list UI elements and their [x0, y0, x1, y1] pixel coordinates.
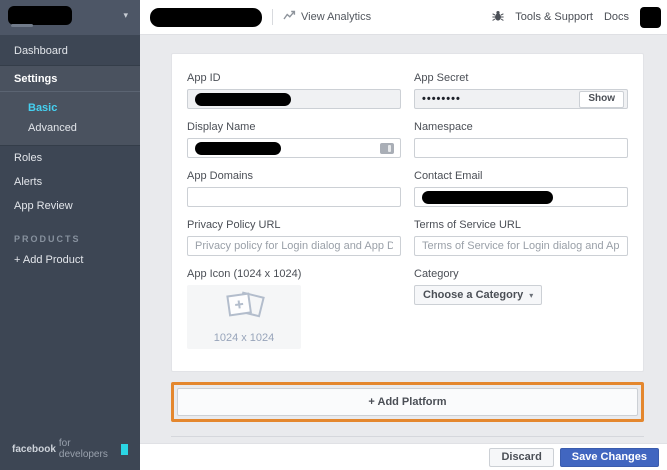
- namespace-input[interactable]: [414, 138, 628, 158]
- view-analytics-label: View Analytics: [301, 11, 371, 23]
- sidebar-item-dashboard[interactable]: Dashboard: [0, 39, 140, 63]
- sidebar: ▾ Dashboard Settings Basic Advanced Role…: [0, 0, 140, 470]
- top-bar: View Analytics Tools & Support Docs: [140, 0, 667, 35]
- sidebar-item-app-review[interactable]: App Review: [0, 194, 140, 218]
- action-bar: Discard Save Changes: [140, 443, 667, 470]
- app-id-subtext-redacted: [11, 24, 33, 27]
- category-dropdown-label: Choose a Category: [423, 289, 523, 301]
- app-id-label: App ID: [187, 72, 401, 84]
- app-icon-label: App Icon (1024 x 1024): [187, 268, 401, 280]
- chevron-down-icon: ▾: [123, 10, 128, 21]
- sidebar-footer: facebook for developers: [0, 430, 140, 470]
- main-area: View Analytics Tools & Support Docs App …: [140, 0, 667, 470]
- trending-arrow-icon: [283, 10, 296, 24]
- sidebar-item-settings-advanced[interactable]: Advanced: [0, 118, 140, 138]
- privacy-policy-label: Privacy Policy URL: [187, 219, 401, 231]
- settings-content: App ID App Secret •••••••• Show Dis: [140, 35, 667, 443]
- basic-settings-card: App ID App Secret •••••••• Show Dis: [171, 53, 644, 372]
- add-platform-highlight-annotation: + Add Platform: [171, 382, 644, 422]
- developers-logo-mark: [121, 444, 128, 455]
- discard-button[interactable]: Discard: [489, 448, 553, 467]
- terms-of-service-label: Terms of Service URL: [414, 219, 628, 231]
- field-contact-email: Contact Email: [414, 170, 628, 207]
- show-app-secret-button[interactable]: Show: [579, 91, 624, 108]
- app-selector-dropdown[interactable]: ▾: [0, 0, 140, 35]
- sidebar-nav: Dashboard Settings Basic Advanced Roles …: [0, 35, 140, 430]
- add-platform-button[interactable]: + Add Platform: [177, 388, 638, 416]
- contact-email-value-redacted: [422, 191, 553, 204]
- display-name-label: Display Name: [187, 121, 401, 133]
- docs-link[interactable]: Docs: [604, 11, 629, 23]
- field-terms-of-service: Terms of Service URL: [414, 219, 628, 256]
- sidebar-group-settings: Settings Basic Advanced: [0, 65, 140, 146]
- tools-support-link[interactable]: Tools & Support: [515, 11, 593, 23]
- contact-email-input[interactable]: [414, 187, 628, 207]
- app-id-value-redacted: [195, 93, 291, 106]
- sidebar-item-alerts[interactable]: Alerts: [0, 170, 140, 194]
- sidebar-item-settings[interactable]: Settings: [0, 66, 140, 91]
- app-icon-upload[interactable]: 1024 x 1024: [187, 285, 301, 349]
- sidebar-item-add-product[interactable]: + Add Product: [0, 246, 140, 274]
- display-name-input[interactable]: [187, 138, 401, 158]
- namespace-label: Namespace: [414, 121, 628, 133]
- divider: [171, 436, 644, 437]
- field-category: Category Choose a Category ▾: [414, 268, 628, 349]
- sidebar-item-roles[interactable]: Roles: [0, 146, 140, 170]
- field-app-secret: App Secret •••••••• Show: [414, 72, 628, 109]
- divider: [0, 91, 140, 92]
- field-app-id: App ID: [187, 72, 401, 109]
- field-display-name: Display Name: [187, 121, 401, 158]
- app-icon-size-hint: 1024 x 1024: [214, 332, 275, 344]
- app-secret-masked-value: ••••••••: [422, 93, 461, 105]
- display-name-value-redacted: [195, 142, 281, 155]
- category-dropdown[interactable]: Choose a Category ▾: [414, 285, 542, 305]
- app-secret-input: •••••••• Show: [414, 89, 628, 109]
- field-app-domains: App Domains: [187, 170, 401, 207]
- settings-form: App ID App Secret •••••••• Show Dis: [187, 72, 628, 361]
- field-privacy-policy: Privacy Policy URL: [187, 219, 401, 256]
- for-developers-text: for developers: [59, 438, 117, 460]
- photo-upload-icon: [221, 291, 267, 328]
- app-secret-label: App Secret: [414, 72, 628, 84]
- bug-icon: [492, 10, 504, 25]
- field-namespace: Namespace: [414, 121, 628, 158]
- app-domains-label: App Domains: [187, 170, 401, 182]
- category-label: Category: [414, 268, 628, 280]
- app-domains-input[interactable]: [187, 187, 401, 207]
- save-changes-button[interactable]: Save Changes: [560, 448, 659, 467]
- app-name-redacted: [8, 6, 72, 25]
- field-app-icon: App Icon (1024 x 1024) 1024 x 1024: [187, 268, 401, 349]
- topbar-right: Tools & Support Docs: [492, 7, 661, 28]
- app-title-redacted: [150, 8, 262, 27]
- view-analytics-link[interactable]: View Analytics: [283, 10, 371, 24]
- localize-field-icon: [380, 143, 394, 154]
- privacy-policy-input[interactable]: [187, 236, 401, 256]
- divider: [272, 9, 273, 25]
- terms-of-service-input[interactable]: [414, 236, 628, 256]
- facebook-logo-text: facebook: [12, 444, 56, 455]
- sidebar-item-settings-basic[interactable]: Basic: [0, 98, 140, 118]
- contact-email-label: Contact Email: [414, 170, 628, 182]
- chevron-down-icon: ▾: [529, 291, 533, 300]
- app-window: ▾ Dashboard Settings Basic Advanced Role…: [0, 0, 667, 470]
- app-id-input: [187, 89, 401, 109]
- profile-avatar[interactable]: [640, 7, 661, 28]
- sidebar-products-header: PRODUCTS: [0, 218, 140, 246]
